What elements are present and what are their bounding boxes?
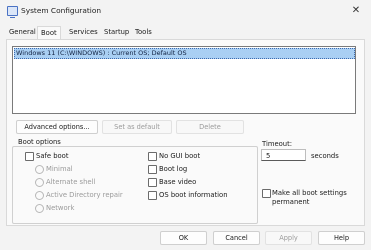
minimal-radio[interactable] (35, 165, 44, 174)
make-permanent-label-line1: Make all boot settings (272, 189, 347, 197)
system-configuration-window: System Configuration ✕ General Boot Serv… (0, 0, 371, 250)
make-permanent-label-line2: permanent (272, 198, 310, 206)
tab-boot[interactable]: Boot (37, 26, 61, 40)
title-bar: System Configuration ✕ (0, 0, 371, 24)
boot-options-label: Boot options (18, 138, 61, 146)
ok-button[interactable]: OK (160, 231, 207, 245)
delete-button[interactable]: Delete (176, 120, 244, 134)
no-gui-boot-label: No GUI boot (159, 152, 201, 160)
tab-services[interactable]: Services (66, 27, 101, 38)
advanced-options-button[interactable]: Advanced options... (16, 120, 98, 134)
apply-button[interactable]: Apply (265, 231, 312, 245)
window-title: System Configuration (21, 6, 102, 15)
dialog-footer: OK Cancel Apply Help (0, 226, 371, 250)
os-list[interactable]: Windows 11 (C:\WINDOWS) : Current OS; De… (12, 46, 356, 114)
timeout-label: Timeout: (262, 140, 293, 148)
active-directory-repair-radio[interactable] (35, 191, 44, 200)
base-video-label: Base video (159, 178, 197, 186)
tab-tools[interactable]: Tools (132, 27, 155, 38)
minimal-label: Minimal (46, 165, 73, 173)
tab-startup[interactable]: Startup (101, 27, 132, 38)
timeout-unit-label: seconds (311, 152, 339, 160)
boot-log-label: Boot log (159, 165, 188, 173)
tab-general[interactable]: General (6, 27, 39, 38)
set-as-default-button[interactable]: Set as default (102, 120, 172, 134)
base-video-checkbox[interactable] (148, 178, 157, 187)
make-permanent-checkbox[interactable] (262, 189, 271, 198)
cancel-button[interactable]: Cancel (213, 231, 260, 245)
os-list-item[interactable]: Windows 11 (C:\WINDOWS) : Current OS; De… (14, 48, 355, 59)
alternate-shell-label: Alternate shell (46, 178, 96, 186)
os-boot-information-checkbox[interactable] (148, 191, 157, 200)
alternate-shell-radio[interactable] (35, 178, 44, 187)
active-directory-repair-label: Active Directory repair (46, 191, 123, 199)
help-button[interactable]: Help (318, 231, 365, 245)
no-gui-boot-checkbox[interactable] (148, 152, 157, 161)
network-radio[interactable] (35, 204, 44, 213)
boot-log-checkbox[interactable] (148, 165, 157, 174)
safe-boot-checkbox[interactable] (25, 152, 34, 161)
network-label: Network (46, 204, 75, 212)
timeout-input[interactable]: 5 (261, 149, 306, 161)
os-boot-information-label: OS boot information (159, 191, 228, 199)
close-icon[interactable]: ✕ (341, 0, 371, 22)
safe-boot-label: Safe boot (36, 152, 69, 160)
system-configuration-icon (7, 6, 18, 18)
